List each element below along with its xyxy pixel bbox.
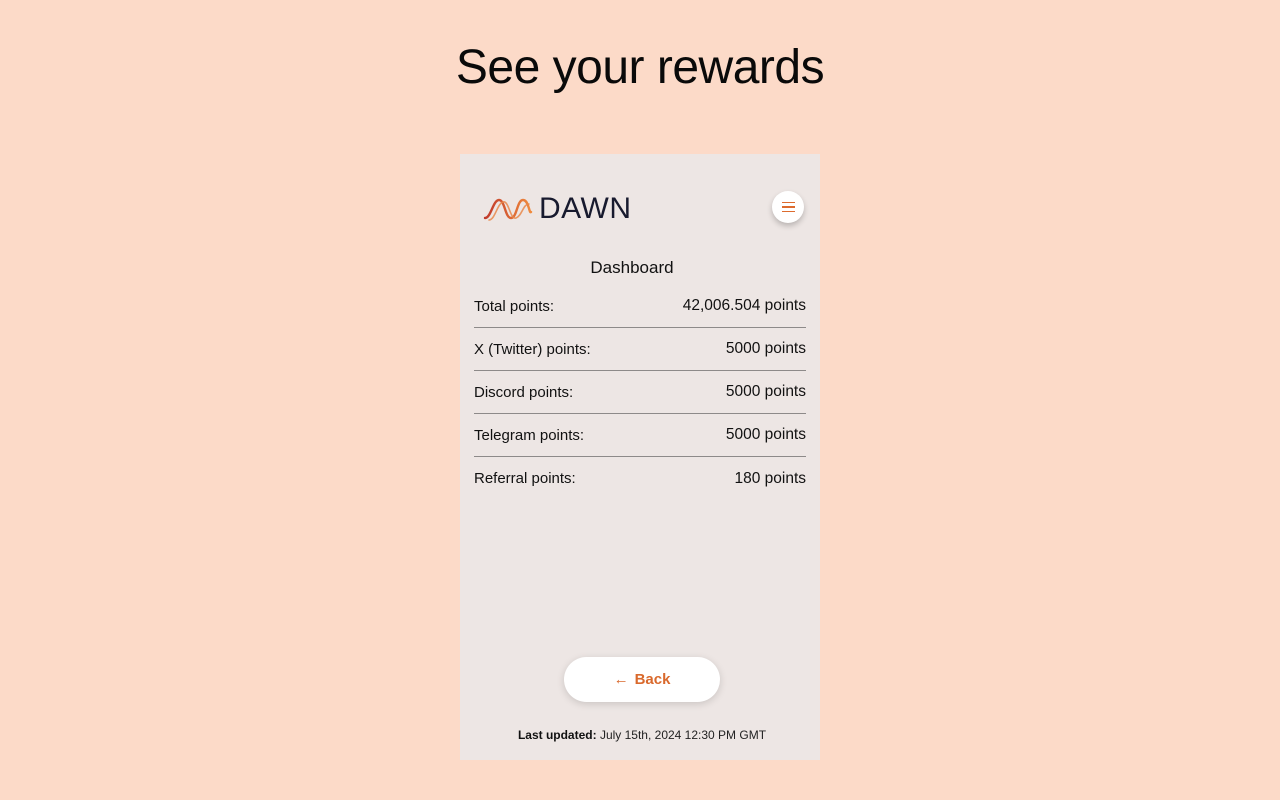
hamburger-menu-icon (781, 201, 795, 213)
points-row-twitter: X (Twitter) points: 5000 points (474, 328, 806, 371)
logo-text: DAWN (539, 192, 632, 225)
points-value: 5000 points (725, 340, 806, 357)
last-updated: Last updated: July 15th, 2024 12:30 PM G… (460, 728, 824, 742)
dashboard-title: Dashboard (590, 258, 674, 277)
points-list: Total points: 42,006.504 points X (Twitt… (474, 285, 806, 500)
arrow-left-icon: ← (613, 671, 629, 688)
points-row-total: Total points: 42,006.504 points (474, 285, 806, 328)
dawn-wave-logo-icon (483, 198, 533, 221)
menu-button[interactable] (772, 191, 804, 223)
points-row-referral: Referral points: 180 points (474, 457, 806, 500)
points-label: X (Twitter) points: (474, 340, 591, 358)
points-value: 42,006.504 points (682, 297, 806, 314)
page-title: See your rewards (455, 41, 825, 94)
points-value: 5000 points (725, 383, 806, 400)
points-row-telegram: Telegram points: 5000 points (474, 414, 806, 457)
last-updated-value: July 15th, 2024 12:30 PM GMT (599, 728, 767, 742)
points-label: Referral points: (474, 470, 576, 487)
points-value: 5000 points (725, 426, 806, 443)
phone-panel: DAWN Dashboard Total points: 42,006.504 … (460, 154, 820, 760)
back-button[interactable]: ← Back (564, 657, 720, 702)
points-label: Total points: (474, 297, 555, 315)
points-value: 180 points (734, 469, 806, 487)
last-updated-label: Last updated: (517, 728, 597, 742)
points-row-discord: Discord points: 5000 points (474, 371, 806, 414)
points-label: Discord points: (474, 383, 574, 401)
back-button-label: Back (634, 671, 671, 688)
dawn-logo: DAWN (483, 192, 632, 226)
points-label: Telegram points: (474, 426, 585, 444)
